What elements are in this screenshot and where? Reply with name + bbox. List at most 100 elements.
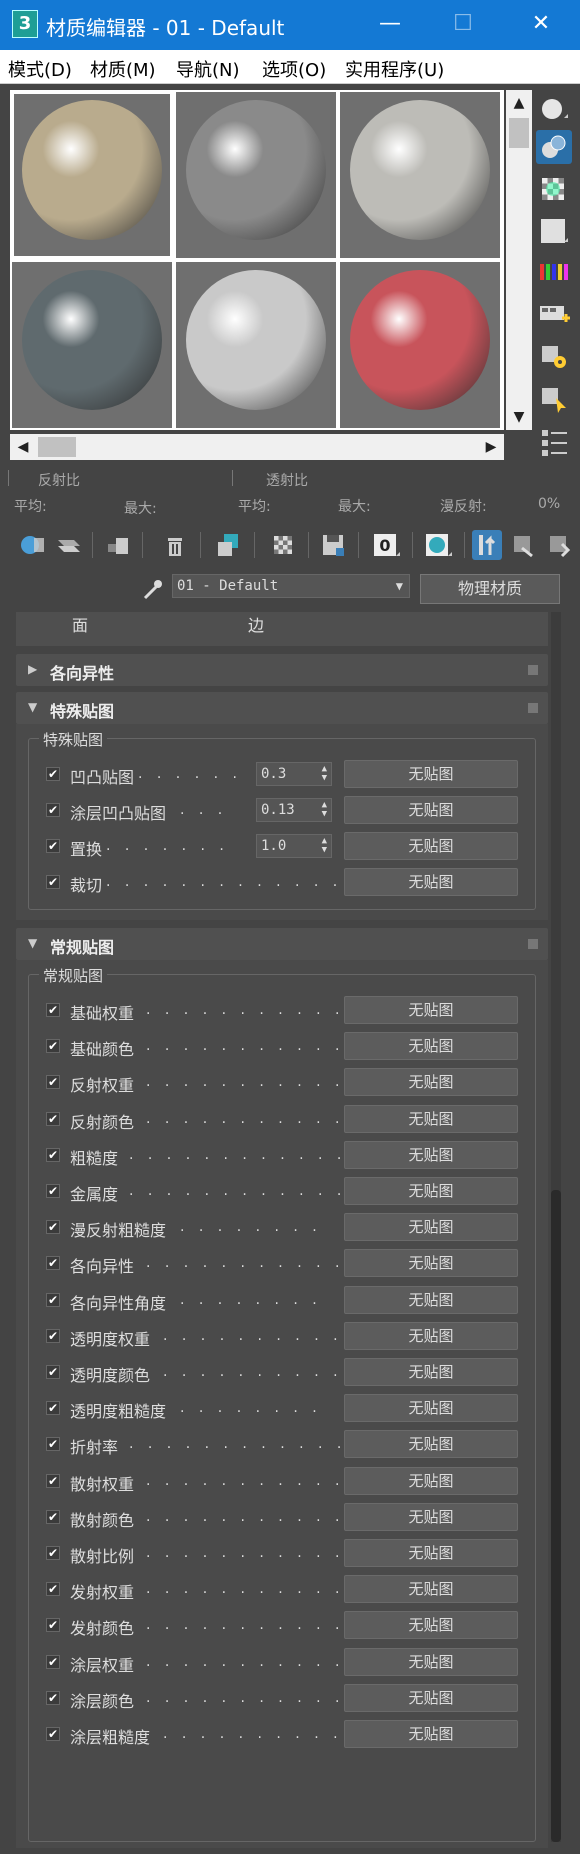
- assign-to-selection-icon[interactable]: [104, 530, 134, 560]
- map-button[interactable]: 无贴图: [344, 1394, 518, 1423]
- checkbox[interactable]: ✔: [46, 1727, 60, 1741]
- sample-slot[interactable]: [176, 92, 336, 258]
- show-end-result-icon[interactable]: [472, 530, 502, 560]
- material-name-field[interactable]: 01 - Default ▼: [172, 574, 410, 598]
- map-button[interactable]: 无贴图: [344, 1140, 518, 1169]
- scroll-thumb[interactable]: [509, 118, 529, 148]
- scroll-up-icon[interactable]: ▲: [506, 90, 532, 116]
- map-button[interactable]: 无贴图: [344, 760, 518, 788]
- map-button[interactable]: 无贴图: [344, 1249, 518, 1278]
- checkbox[interactable]: ✔: [46, 839, 60, 853]
- parameters-scrollbar[interactable]: [551, 612, 561, 1842]
- sample-slot[interactable]: [340, 92, 500, 258]
- checkbox[interactable]: ✔: [46, 1147, 60, 1162]
- map-button[interactable]: 无贴图: [344, 996, 518, 1024]
- map-button[interactable]: 无贴图: [344, 1177, 518, 1205]
- map-button[interactable]: 无贴图: [344, 1430, 518, 1459]
- map-button[interactable]: 无贴图: [344, 1032, 518, 1061]
- map-button[interactable]: 无贴图: [344, 1683, 518, 1712]
- rollout-special-maps[interactable]: ▼ 特殊贴图: [16, 692, 548, 724]
- menu-material[interactable]: 材质(M): [90, 56, 156, 82]
- map-button[interactable]: 无贴图: [344, 1213, 518, 1242]
- select-by-material-icon[interactable]: [536, 382, 572, 416]
- slots-vertical-scrollbar[interactable]: ▲ ▼: [506, 90, 532, 430]
- checkbox[interactable]: ✔: [46, 875, 60, 889]
- checkbox[interactable]: ✔: [46, 1509, 60, 1524]
- checkbox[interactable]: ✔: [46, 1220, 60, 1235]
- put-to-scene-icon[interactable]: [54, 530, 84, 560]
- map-button[interactable]: 无贴图: [344, 1285, 518, 1314]
- video-color-check-icon[interactable]: [536, 256, 572, 290]
- scroll-thumb[interactable]: [551, 1190, 561, 1842]
- checkbox[interactable]: ✔: [46, 1328, 60, 1343]
- menu-utilities[interactable]: 实用程序(U): [345, 56, 444, 82]
- checkbox[interactable]: ✔: [46, 803, 60, 817]
- map-button[interactable]: 无贴图: [344, 1502, 518, 1531]
- menu-mode[interactable]: 模式(D): [8, 56, 72, 82]
- spinner-arrows-icon[interactable]: ▲ ▼: [322, 765, 327, 783]
- material-id-icon[interactable]: 0: [370, 530, 400, 560]
- map-button[interactable]: 无贴图: [344, 832, 518, 860]
- scroll-thumb[interactable]: [38, 437, 76, 457]
- make-unique-icon[interactable]: [214, 530, 244, 560]
- rollout-anisotropy[interactable]: ▶ 各向异性: [16, 654, 548, 686]
- go-to-parent-icon[interactable]: [508, 530, 538, 560]
- checkbox[interactable]: ✔: [46, 1292, 60, 1307]
- close-button[interactable]: ✕: [526, 12, 556, 36]
- checkbox[interactable]: ✔: [46, 1582, 60, 1597]
- checkbox[interactable]: ✔: [46, 1256, 60, 1271]
- menu-options[interactable]: 选项(O): [262, 56, 326, 82]
- sample-slot[interactable]: [176, 262, 336, 428]
- checkbox[interactable]: ✔: [46, 1473, 60, 1488]
- map-button[interactable]: 无贴图: [344, 1104, 518, 1133]
- checkbox[interactable]: ✔: [46, 1546, 60, 1560]
- map-button[interactable]: 无贴图: [344, 1539, 518, 1567]
- checkbox[interactable]: ✔: [46, 1075, 60, 1090]
- eyedropper-icon[interactable]: [140, 574, 164, 602]
- options-icon[interactable]: [536, 340, 572, 374]
- go-forward-icon[interactable]: [544, 530, 574, 560]
- menu-navigation[interactable]: 导航(N): [176, 56, 240, 82]
- checkbox[interactable]: ✔: [46, 1111, 60, 1126]
- checkbox[interactable]: ✔: [46, 1184, 60, 1198]
- checkbox[interactable]: ✔: [46, 1618, 60, 1633]
- material-navigator-icon[interactable]: [536, 424, 572, 458]
- checkbox[interactable]: ✔: [46, 1003, 60, 1017]
- map-button[interactable]: 无贴图: [344, 1068, 518, 1097]
- map-button[interactable]: 无贴图: [344, 1575, 518, 1604]
- map-button[interactable]: 无贴图: [344, 1720, 518, 1748]
- sample-slot[interactable]: [12, 262, 172, 428]
- put-to-library-icon[interactable]: [268, 530, 298, 560]
- checkbox[interactable]: ✔: [46, 1690, 60, 1705]
- checkbox[interactable]: ✔: [46, 767, 60, 781]
- map-button[interactable]: 无贴图: [344, 1358, 518, 1386]
- dropdown-icon[interactable]: ▼: [396, 575, 403, 597]
- maximize-button[interactable]: ☐: [448, 12, 478, 36]
- scroll-down-icon[interactable]: ▼: [506, 404, 532, 430]
- map-button[interactable]: 无贴图: [344, 1466, 518, 1495]
- get-material-icon[interactable]: [18, 530, 48, 560]
- sample-slot[interactable]: [340, 262, 500, 428]
- checkbox[interactable]: ✔: [46, 1039, 60, 1054]
- delete-icon[interactable]: [160, 530, 190, 560]
- sample-slot[interactable]: [12, 92, 172, 258]
- checkbox[interactable]: ✔: [46, 1437, 60, 1452]
- scroll-right-icon[interactable]: ▶: [478, 434, 504, 460]
- save-icon[interactable]: [318, 530, 348, 560]
- rollout-general-maps[interactable]: ▼ 常规贴图: [16, 928, 548, 960]
- material-type-button[interactable]: 物理材质: [420, 574, 560, 604]
- map-button[interactable]: 无贴图: [344, 1321, 518, 1350]
- spinner-arrows-icon[interactable]: ▲ ▼: [322, 801, 327, 819]
- sample-type-icon[interactable]: [536, 92, 572, 126]
- map-button[interactable]: 无贴图: [344, 1647, 518, 1676]
- map-button[interactable]: 无贴图: [344, 796, 518, 824]
- make-preview-icon[interactable]: [536, 298, 572, 332]
- amount-spinner[interactable]: 0.3 ▲ ▼: [256, 762, 332, 786]
- amount-spinner[interactable]: 1.0 ▲ ▼: [256, 834, 332, 858]
- checkbox[interactable]: ✔: [46, 1654, 60, 1669]
- spinner-arrows-icon[interactable]: ▲ ▼: [322, 837, 327, 855]
- background-icon[interactable]: [536, 172, 572, 206]
- show-map-icon[interactable]: [422, 530, 452, 560]
- checkbox[interactable]: ✔: [46, 1401, 60, 1416]
- scroll-left-icon[interactable]: ◀: [10, 434, 36, 460]
